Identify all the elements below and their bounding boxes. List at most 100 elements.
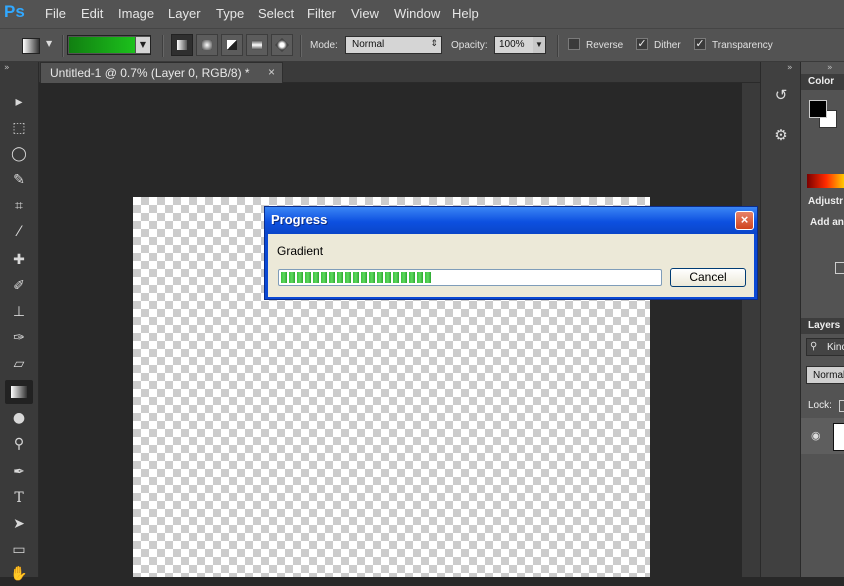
properties-panel-icon[interactable]: ⚙ [769,126,793,148]
layers-panel-header: Layers [801,318,844,334]
panel-dock-expanded: » Color Adjustr Add an Layers ⚲ Kinc Nor… [800,62,844,577]
vertical-scrollbar[interactable] [742,83,760,577]
mode-select[interactable]: Normal ⇕ [345,36,442,54]
diamond-gradient-button[interactable] [271,34,293,56]
color-panel-tab[interactable]: Color [808,76,834,87]
chevron-down-icon: ▼ [46,39,53,48]
move-tool-icon[interactable]: ▸ [5,90,33,114]
clone-stamp-tool-icon[interactable]: ⊥ [5,300,33,324]
linear-gradient-button[interactable] [171,34,193,56]
reflected-gradient-button[interactable] [246,34,268,56]
hand-tool-icon[interactable]: ✋ [5,562,33,586]
transparency-label: Transparency [712,40,773,51]
tool-preset-picker[interactable]: ▼ [18,36,58,56]
levels-adjustment-icon[interactable] [835,262,844,274]
menu-edit[interactable]: Edit [81,6,103,21]
mode-value: Normal [352,39,385,50]
chevron-down-icon: ▼ [136,37,150,53]
quick-selection-tool-icon[interactable]: ✎ [5,168,33,192]
healing-brush-tool-icon[interactable]: ✚ [5,248,33,272]
progress-bar [278,269,662,286]
panel-dock-collapsed: » ↺ ⚙ [760,62,800,577]
menu-layer[interactable]: Layer [168,6,201,21]
lasso-tool-icon[interactable]: ◯ [5,142,33,166]
history-brush-tool-icon[interactable]: ✑ [5,326,33,350]
radial-gradient-icon [202,40,212,50]
dialog-body: Gradient Cancel [268,234,754,297]
photoshop-logo[interactable]: Ps [4,2,30,24]
eye-icon[interactable]: ◉ [811,429,821,442]
collapse-icon[interactable]: » [4,63,10,73]
chevron-down-icon: ▼ [533,37,545,53]
layer-blend-mode-select[interactable]: Normal [806,366,844,384]
collapse-icon[interactable]: » [787,63,793,73]
close-icon[interactable]: × [735,211,754,230]
angle-gradient-icon [227,40,237,50]
layer-blend-mode-value: Normal [813,370,844,381]
type-tool-icon[interactable]: T [5,486,33,510]
brush-tool-icon[interactable]: ✐ [5,274,33,298]
dialog-title: Progress [271,212,328,227]
menu-window[interactable]: Window [394,6,440,21]
dodge-tool-icon[interactable]: ⚲ [5,432,33,456]
path-selection-tool-icon[interactable]: ➤ [5,512,33,536]
menu-view[interactable]: View [351,6,379,21]
gradient-swatch [69,37,135,53]
crop-tool-icon[interactable]: ⌗ [5,194,33,218]
gradient-tool-icon[interactable] [5,380,33,404]
layer-filter-label: Kinc [827,342,844,353]
menu-help[interactable]: Help [452,6,479,21]
gradient-picker[interactable]: ▼ [67,35,151,55]
dither-label: Dither [654,40,681,51]
reflected-gradient-icon [252,40,262,50]
document-tab[interactable]: Untitled-1 @ 0.7% (Layer 0, RGB/8) * × [40,62,283,83]
color-panel-header: Color [801,74,844,90]
foreground-color-swatch [809,100,827,118]
rectangle-tool-icon[interactable]: ▭ [5,538,33,562]
reverse-label: Reverse [586,40,624,51]
toolbox: » ▸ ⬚ ◯ ✎ ⌗ ⁄ ✚ ✐ ⊥ ✑ ▱ ● ⚲ ✒ T ➤ ▭ ✋ [0,62,39,582]
dialog-title-bar[interactable]: Progress × [265,207,757,234]
reverse-checkbox[interactable] [568,38,580,50]
search-icon: ⚲ [810,341,818,352]
opacity-field[interactable]: 100% ▼ [494,36,546,54]
history-panel-icon[interactable]: ↺ [769,86,793,108]
options-bar: ▼ ▼ Mode: Normal ⇕ Opacity: 100% ▼ Reverse… [0,28,844,62]
transparency-checkbox[interactable]: ✓ [694,38,706,50]
linear-gradient-icon [177,40,187,50]
angle-gradient-button[interactable] [221,34,243,56]
updown-icon: ⇕ [430,38,438,48]
layers-panel-tab[interactable]: Layers [808,320,840,331]
diamond-gradient-icon [274,37,290,53]
lock-transparent-icon[interactable] [839,400,844,412]
menu-type[interactable]: Type [216,6,244,21]
mode-label: Mode: [310,40,338,51]
layer-row[interactable]: ◉ [801,418,844,454]
marquee-tool-icon[interactable]: ⬚ [5,116,33,140]
menu-bar: Ps File Edit Image Layer Type Select Fil… [0,0,844,28]
adjustments-hint: Add an [810,217,844,228]
eraser-tool-icon[interactable]: ▱ [5,352,33,376]
lock-label: Lock: [808,400,832,411]
blur-tool-icon[interactable]: ● [5,406,33,430]
menu-image[interactable]: Image [118,6,154,21]
layer-thumbnail [833,423,844,451]
menu-file[interactable]: File [45,6,66,21]
close-icon[interactable]: × [268,65,275,79]
collapse-icon[interactable]: » [827,63,833,73]
opacity-value: 100% [499,39,525,50]
radial-gradient-button[interactable] [196,34,218,56]
layer-filter-kind[interactable]: ⚲ Kinc [806,338,844,356]
dither-checkbox[interactable]: ✓ [636,38,648,50]
adjustments-panel-tab[interactable]: Adjustr [808,196,843,207]
menu-select[interactable]: Select [258,6,294,21]
eyedropper-tool-icon[interactable]: ⁄ [5,220,33,244]
divider [62,35,64,57]
cancel-button[interactable]: Cancel [670,268,746,287]
divider [162,35,164,57]
color-ramp[interactable] [807,174,844,188]
divider [557,35,559,57]
divider [300,35,302,57]
pen-tool-icon[interactable]: ✒ [5,460,33,484]
menu-filter[interactable]: Filter [307,6,336,21]
